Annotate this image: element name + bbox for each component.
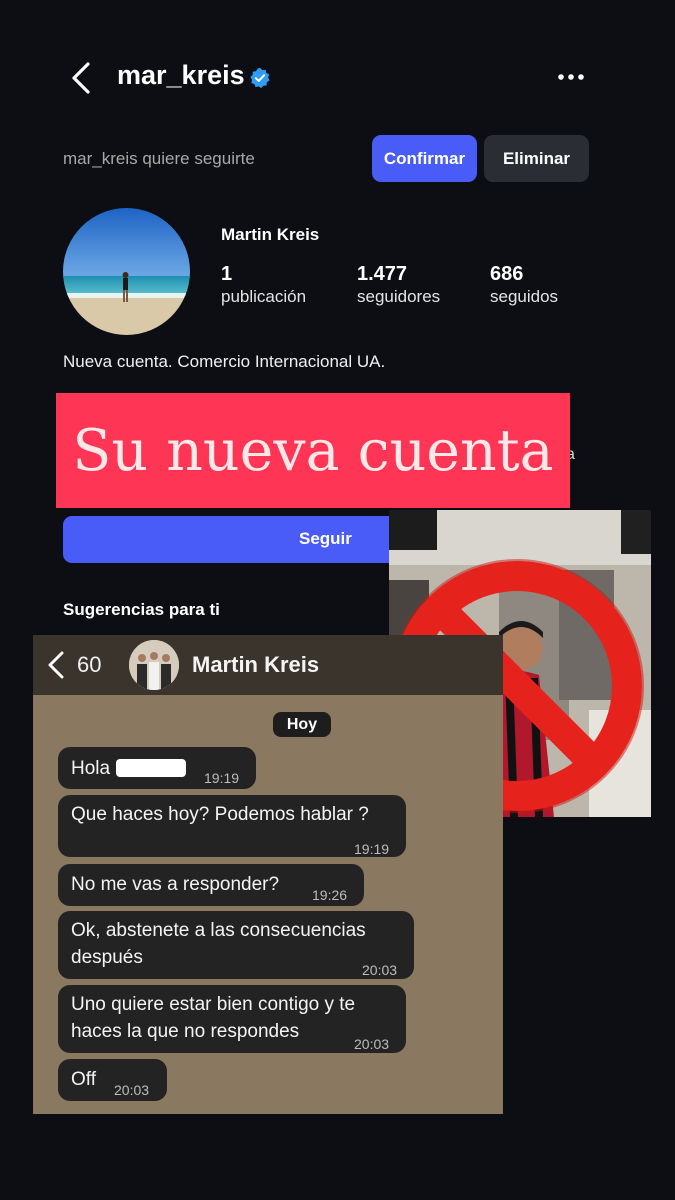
day-separator: Hoy [273,712,331,737]
followers-count[interactable]: 1.477 [357,263,407,286]
message-text: Hola [71,758,111,779]
message-text: haces la que no respondes [71,1021,300,1042]
message-bubble: Hola 19:19 [58,747,256,789]
message-text: Off [71,1069,96,1090]
message-time: 19:19 [204,770,240,786]
followers-label[interactable]: seguidores [357,287,440,307]
chat-contact-avatar[interactable] [129,640,179,690]
message-bubble: Uno quiere estar bien contigo y te haces… [58,985,406,1053]
message-bubble: Que haces hoy? Podemos hablar ? 19:19 [58,795,406,857]
message-text: No me vas a responder? [71,874,280,895]
message-time: 20:03 [354,1036,390,1052]
message-text: Uno quiere estar bien contigo y te [71,994,356,1015]
posts-label: publicación [221,287,307,306]
chat-screenshot: 60 Martin Kreis Hoy Hola 19:19 Que haces… [33,635,503,1114]
chat-header: 60 Martin Kreis [33,635,503,695]
following-count[interactable]: 686 [490,263,523,286]
back-chevron-icon[interactable] [66,62,96,94]
message-time: 20:03 [362,962,398,978]
message-text: después [71,947,143,968]
message-time: 19:26 [312,887,348,903]
more-options-icon[interactable] [556,66,586,88]
unread-count: 60 [77,652,102,677]
message-bubble: No me vas a responder? 19:26 [58,864,364,906]
profile-username: mar_kreis [117,60,245,90]
chat-contact-name[interactable]: Martin Kreis [192,652,319,678]
message-time: 19:19 [354,841,390,857]
profile-full-name: Martin Kreis [221,225,320,244]
verified-badge-icon [250,67,270,89]
follow-button-label: Seguir [299,529,352,548]
delete-button[interactable]: Eliminar [484,135,589,182]
chat-back-icon[interactable] [47,651,65,679]
message-bubble: Off 20:03 [58,1059,167,1101]
profile-bio: Nueva cuenta. Comercio Internacional UA. [63,352,386,371]
suggestions-heading: Sugerencias para ti [63,600,220,619]
profile-avatar[interactable] [63,208,190,335]
overlay-banner: Su nueva cuenta [56,393,570,508]
posts-count: 1 [221,263,233,285]
follow-request-text: mar_kreis quiere seguirte [63,149,255,168]
following-label[interactable]: seguidos [490,287,558,307]
beach-photo [63,208,190,335]
message-text: Ok, abstenete a las consecuencias [71,920,366,941]
confirm-button[interactable]: Confirmar [372,135,477,182]
redaction-mark [116,759,186,777]
message-bubble: Ok, abstenete a las consecuencias despué… [58,911,414,979]
message-text: Que haces hoy? Podemos hablar ? [71,804,369,825]
avatar-photo [129,640,179,690]
message-time: 20:03 [114,1082,150,1098]
